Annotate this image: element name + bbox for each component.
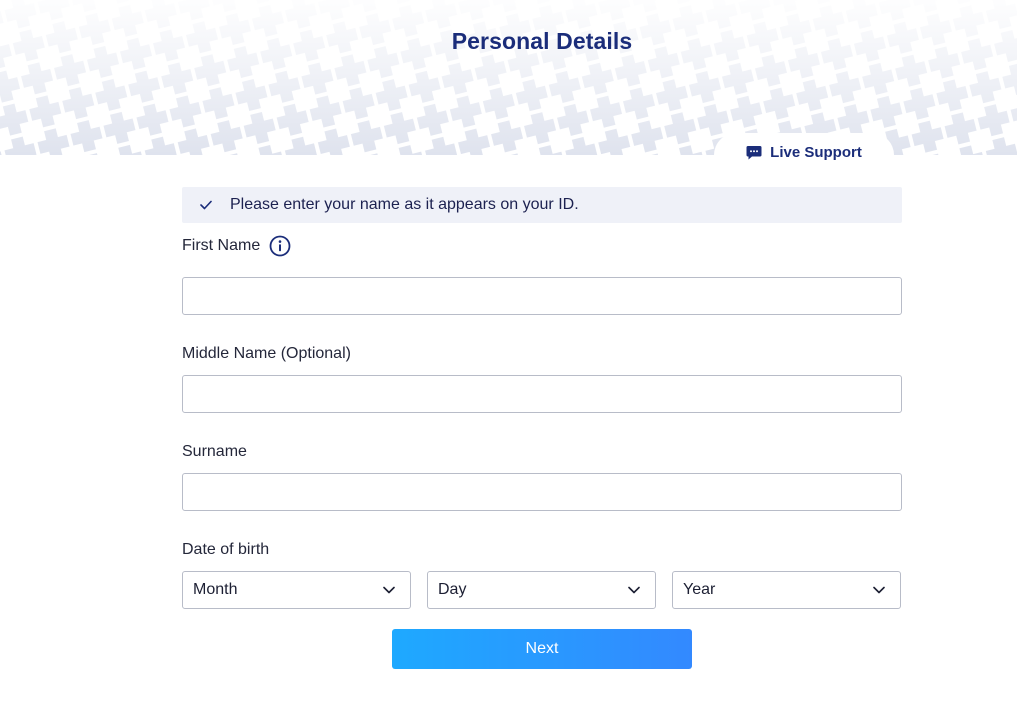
page-title: Personal Details [451,28,633,54]
middle-name-label-row: Middle Name (Optional) [182,343,902,365]
surname-label: Surname [182,443,247,460]
surname-input[interactable] [182,473,902,511]
day-select-value: Day [438,581,467,598]
year-select-value: Year [683,581,716,598]
live-support-label: Live Support [770,143,862,161]
first-name-label-row: First Name [182,235,902,257]
day-select[interactable]: Day [427,571,656,609]
first-name-input[interactable] [182,277,902,315]
month-select-value: Month [193,581,238,598]
notice-text: Please enter your name as it appears on … [230,196,579,213]
chat-bubble-icon [746,145,762,160]
cross-pattern [0,0,1017,155]
live-support-button[interactable]: Live Support [714,133,894,171]
first-name-label: First Name [182,237,261,254]
next-button[interactable]: Next [392,629,692,669]
year-select[interactable]: Year [672,571,901,609]
chevron-down-icon [383,586,395,594]
month-select[interactable]: Month [182,571,411,609]
header-band [0,0,1017,155]
info-icon[interactable] [269,235,291,257]
middle-name-label: Middle Name (Optional) [182,345,351,362]
surname-label-row: Surname [182,441,902,463]
dob-selects: Month Day Year [182,571,902,609]
check-icon [200,200,214,210]
personal-details-form: Please enter your name as it appears on … [182,187,902,609]
dob-label-row: Date of birth [182,539,902,561]
chevron-down-icon [873,586,885,594]
page: Personal Details Live Support Please ent… [0,0,1017,718]
id-name-notice: Please enter your name as it appears on … [182,187,902,223]
middle-name-input[interactable] [182,375,902,413]
chevron-down-icon [628,586,640,594]
dob-label: Date of birth [182,541,270,558]
